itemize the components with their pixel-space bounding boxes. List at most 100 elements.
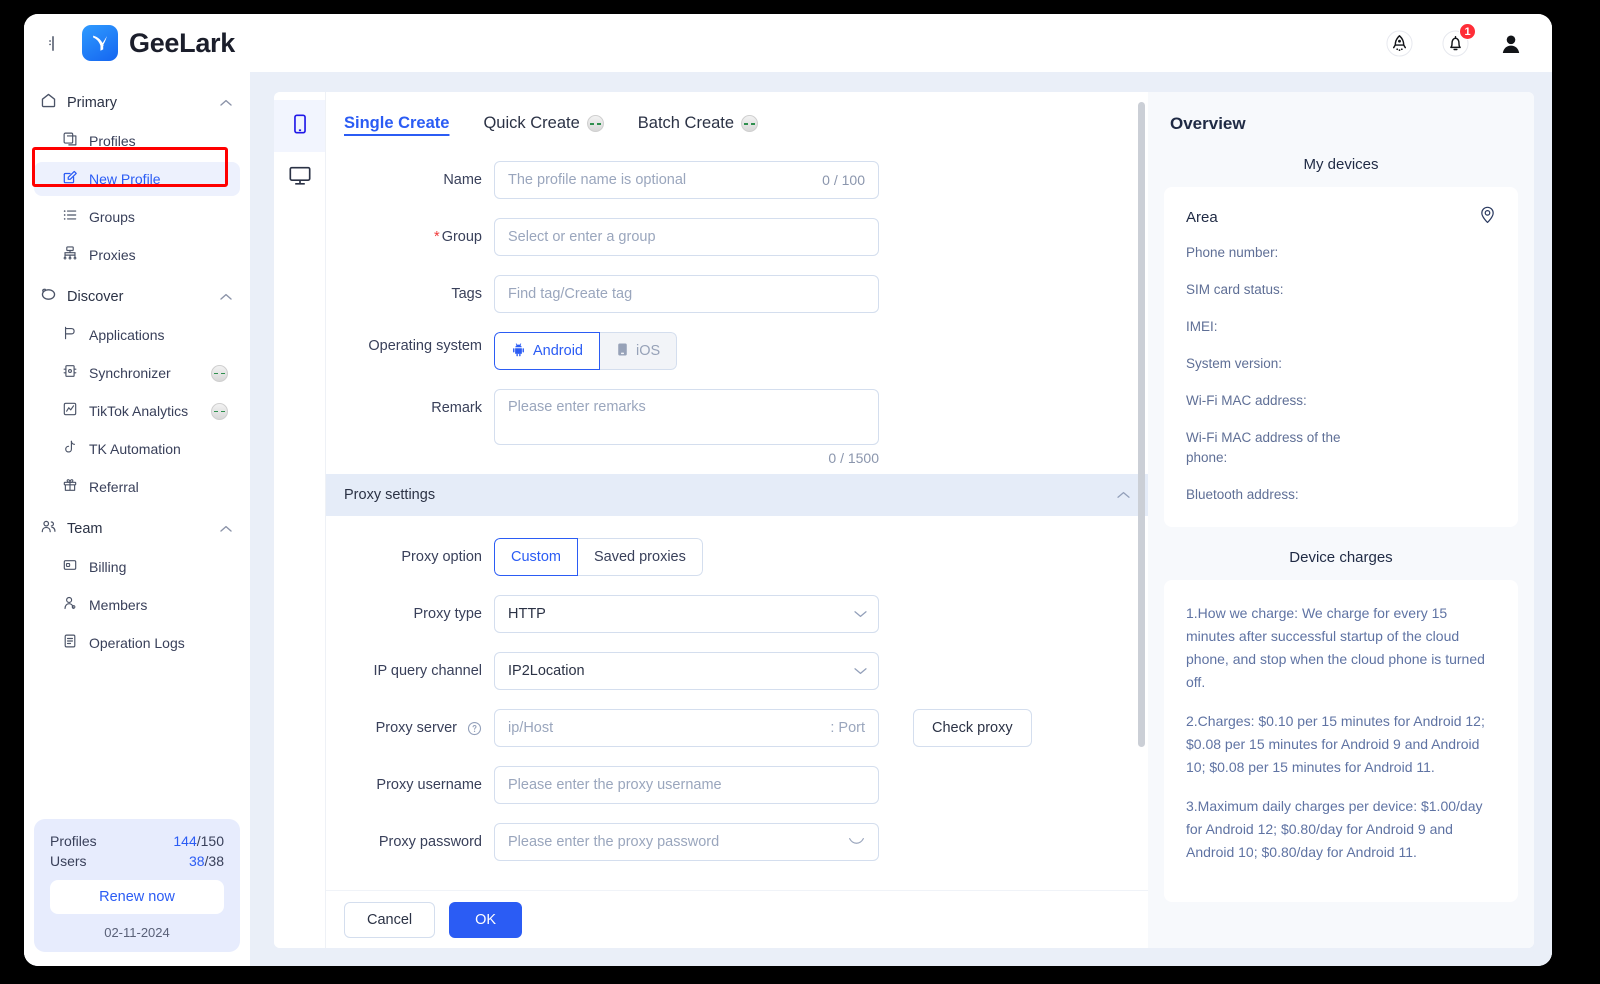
member-person-icon (62, 595, 78, 616)
group-label-text: Group (441, 229, 482, 245)
sidebar-item-groups[interactable]: Groups (34, 200, 240, 234)
geelark-logo-icon (82, 25, 118, 61)
brand-name: GeeLark (129, 27, 235, 58)
sidebar-group-label: Discover (67, 289, 124, 305)
device-type-desktop[interactable] (274, 152, 325, 204)
field-row-proxy-username: Proxy username Please enter the proxy us… (326, 766, 1148, 804)
chevron-up-icon[interactable] (220, 520, 232, 538)
proxy-settings-section-header[interactable]: Proxy settings (326, 474, 1148, 516)
os-option-ios[interactable]: iOS (599, 332, 678, 370)
proxy-option-custom[interactable]: Custom (494, 538, 578, 576)
os-option-android[interactable]: Android (494, 332, 600, 370)
profiles-quota-used: 144 (173, 833, 197, 849)
proxy-option-saved-proxies[interactable]: Saved proxies (577, 538, 703, 576)
ok-button[interactable]: OK (449, 901, 523, 938)
user-avatar-icon[interactable] (1496, 28, 1526, 58)
content-area: Single Create Quick Create Batch Create (250, 72, 1552, 966)
field-row-proxy-type: Proxy type HTTP (326, 595, 1148, 633)
chevron-up-icon[interactable] (1117, 487, 1130, 503)
check-proxy-button[interactable]: Check proxy (913, 709, 1032, 747)
chevron-down-icon (854, 607, 867, 621)
proxy-option-selector: Custom Saved proxies (494, 538, 703, 576)
device-field-wifi-mac-address-phone: Wi-Fi MAC address of the phone: (1186, 430, 1341, 465)
sidebar-group-primary[interactable]: Primary (24, 86, 250, 120)
os-option-label: Android (533, 343, 583, 359)
proxy-username-input[interactable]: Please enter the proxy username (494, 766, 879, 804)
form-scrollbar-thumb[interactable] (1138, 102, 1145, 747)
required-star: * (434, 229, 440, 245)
tiktok-note-icon (62, 439, 78, 460)
app-header: GeeLark 1 (24, 14, 1552, 72)
sidebar-item-proxies[interactable]: Proxies (34, 238, 240, 272)
header-actions: 1 (1384, 23, 1526, 58)
new-feature-badge-icon (741, 115, 759, 132)
sidebar-group-label: Team (67, 521, 103, 537)
sidebar-item-tk-automation[interactable]: TK Automation (34, 432, 240, 466)
overview-panel: Overview My devices Area Phone number: S… (1148, 92, 1534, 948)
my-devices-section-title: My devices (1303, 156, 1379, 173)
location-pin-icon[interactable] (1479, 205, 1496, 229)
bell-icon[interactable]: 1 (1440, 23, 1476, 58)
field-row-group: * Group Select or enter a group (326, 218, 1148, 256)
remark-label: Remark (431, 400, 482, 416)
brand-logo[interactable]: GeeLark (82, 25, 235, 61)
renew-now-button[interactable]: Renew now (50, 880, 224, 914)
chevron-up-icon[interactable] (220, 288, 232, 306)
remark-textarea[interactable]: Please enter remarks (494, 389, 879, 445)
new-profile-icon (62, 169, 78, 190)
sidebar-item-members[interactable]: Members (34, 588, 240, 622)
profiles-quota-label: Profiles (50, 833, 97, 849)
sidebar-item-applications[interactable]: Applications (34, 318, 240, 352)
cancel-button[interactable]: Cancel (344, 901, 436, 938)
sidebar-group-team[interactable]: Team (24, 512, 250, 546)
name-input[interactable]: The profile name is optional 0 / 100 (494, 161, 879, 199)
proxy-settings-title: Proxy settings (344, 487, 436, 503)
profile-form-scroll-region: Single Create Quick Create Batch Create (326, 92, 1148, 890)
sidebar-item-operation-logs[interactable]: Operation Logs (34, 626, 240, 660)
rocket-icon[interactable] (1384, 28, 1414, 58)
tags-input[interactable]: Find tag/Create tag (494, 275, 879, 313)
sidebar-item-referral[interactable]: Referral (34, 470, 240, 504)
device-type-mobile-phone[interactable] (274, 100, 325, 152)
sidebar-item-synchronizer[interactable]: Synchronizer (34, 356, 240, 390)
device-charges-card: 1.How we charge: We charge for every 15 … (1164, 580, 1518, 902)
group-input[interactable]: Select or enter a group (494, 218, 879, 256)
ip-query-channel-select[interactable]: IP2Location (494, 652, 879, 690)
sidebar-item-label: TikTok Analytics (89, 403, 189, 419)
remark-counter: 0 / 1500 (828, 450, 879, 466)
form-scrollbar[interactable] (1138, 102, 1145, 878)
field-row-proxy-option: Proxy option Custom Saved proxies (326, 538, 1148, 576)
field-row-operating-system: Operating system Android iOS (326, 332, 1148, 370)
sidebar-item-label: Operation Logs (89, 635, 185, 651)
chevron-up-icon[interactable] (220, 94, 232, 112)
proxy-password-input[interactable]: Please enter the proxy password (494, 823, 879, 861)
overview-scrollbar[interactable] (1526, 100, 1532, 940)
tab-batch-create[interactable]: Batch Create (638, 114, 759, 139)
proxy-port-placeholder: : Port (830, 720, 865, 736)
field-row-remark: Remark Please enter remarks 0 / 1500 (326, 389, 1148, 466)
sidebar-item-tiktok-analytics[interactable]: TikTok Analytics (34, 394, 240, 428)
profile-form-fields: Name The profile name is optional 0 / 10… (326, 147, 1148, 890)
proxy-server-input[interactable]: ip/Host : Port (494, 709, 879, 747)
ios-device-icon (616, 342, 629, 361)
tab-quick-create[interactable]: Quick Create (483, 114, 604, 139)
question-circle-icon[interactable] (466, 720, 482, 736)
proxy-type-select[interactable]: HTTP (494, 595, 879, 633)
sidebar-item-new-profile[interactable]: New Profile (34, 162, 240, 196)
sidebar-item-profiles[interactable]: Profiles (34, 124, 240, 158)
subscription-expiry-date: 02-11-2024 (104, 925, 170, 940)
eye-slash-icon[interactable] (848, 834, 865, 851)
sidebar-item-label: Synchronizer (89, 365, 171, 381)
tab-single-create[interactable]: Single Create (344, 114, 449, 139)
proxy-password-label: Proxy password (378, 834, 482, 850)
panel-toggle-icon[interactable] (42, 30, 68, 56)
os-option-label: iOS (635, 343, 661, 359)
device-field-bluetooth-address: Bluetooth address: (1186, 487, 1299, 502)
profile-form-column: Single Create Quick Create Batch Create (326, 92, 1148, 948)
sidebar-group-discover[interactable]: Discover (24, 280, 250, 314)
sidebar-item-billing[interactable]: Billing (34, 550, 240, 584)
application-window: GeeLark 1 Primary Profiles New Profile G… (24, 14, 1552, 966)
tab-label: Quick Create (483, 114, 580, 132)
tab-label: Single Create (344, 114, 450, 132)
create-mode-tabs: Single Create Quick Create Batch Create (326, 92, 1148, 147)
